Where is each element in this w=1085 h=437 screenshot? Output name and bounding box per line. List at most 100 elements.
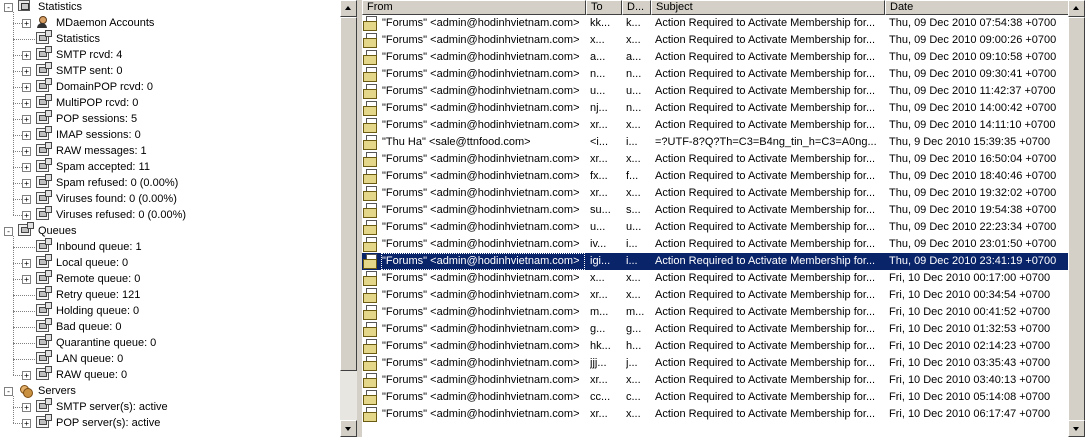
collapse-toggle-icon[interactable]: - xyxy=(4,227,13,236)
table-row[interactable]: "Thu Ha" <sale@ttnfood.com> <i... i... =?UT… xyxy=(362,134,1085,151)
column-header-from[interactable]: From xyxy=(362,0,586,15)
tree-item[interactable]: + Spam refused: 0 (0.00%) xyxy=(0,174,340,191)
tree-vertical-scrollbar[interactable] xyxy=(340,0,357,437)
column-header-date[interactable]: Date xyxy=(885,0,1085,15)
table-row[interactable]: "Forums" <admin@hodinhvietnam.com> m... m.… xyxy=(362,304,1085,321)
cell-from: "Forums" <admin@hodinhvietnam.com> xyxy=(382,102,580,114)
column-header-to[interactable]: To xyxy=(586,0,622,15)
message-envelope-icon xyxy=(363,84,378,99)
expand-toggle-icon[interactable]: + xyxy=(22,179,31,188)
tree-item[interactable]: Bad queue: 0 xyxy=(0,318,340,335)
tree-root-statistics[interactable]: - Statistics xyxy=(0,0,340,15)
table-row[interactable]: "Forums" <admin@hodinhvietnam.com> xr... x… xyxy=(362,185,1085,202)
table-row[interactable]: "Forums" <admin@hodinhvietnam.com> a... a.… xyxy=(362,49,1085,66)
tree-root-queues[interactable]: - Queues xyxy=(0,222,340,239)
table-row[interactable]: "Forums" <admin@hodinhvietnam.com> iv... i… xyxy=(362,236,1085,253)
expand-toggle-icon[interactable]: + xyxy=(22,131,31,140)
tree-node-label: LAN queue: 0 xyxy=(56,353,124,365)
expand-toggle-icon[interactable]: + xyxy=(22,403,31,412)
collapse-toggle-icon[interactable]: - xyxy=(4,387,13,396)
table-row[interactable]: "Forums" <admin@hodinhvietnam.com> kk... k… xyxy=(362,15,1085,32)
collapse-toggle-icon[interactable]: - xyxy=(4,3,13,12)
tree-item[interactable]: + Viruses refused: 0 (0.00%) xyxy=(0,206,340,223)
expand-toggle-icon[interactable]: + xyxy=(22,163,31,172)
table-row[interactable]: "Forums" <admin@hodinhvietnam.com> x... x.… xyxy=(362,32,1085,49)
table-row[interactable]: "Forums" <admin@hodinhvietnam.com> xr... x… xyxy=(362,372,1085,389)
tree-item[interactable]: + Spam accepted: 11 xyxy=(0,158,340,175)
tree-item[interactable]: + IMAP sessions: 0 xyxy=(0,126,340,143)
table-row[interactable]: "Forums" <admin@hodinhvietnam.com> fx... f… xyxy=(362,168,1085,185)
expand-toggle-icon[interactable]: + xyxy=(22,371,31,380)
table-row[interactable]: "Forums" <admin@hodinhvietnam.com> x... x.… xyxy=(362,270,1085,287)
cell-date: Fri, 10 Dec 2010 06:17:47 +0700 xyxy=(889,408,1051,420)
expand-toggle-icon[interactable]: + xyxy=(22,211,31,220)
tree-item[interactable]: + RAW queue: 0 xyxy=(0,366,340,383)
scroll-down-arrow-icon[interactable] xyxy=(1068,420,1085,437)
server-node-icon xyxy=(36,414,52,428)
expand-toggle-icon[interactable]: + xyxy=(22,67,31,76)
tree-item[interactable]: + MultiPOP rcvd: 0 xyxy=(0,94,340,111)
tree-item[interactable]: + Viruses found: 0 (0.00%) xyxy=(0,190,340,207)
cell-d: m... xyxy=(626,306,645,318)
queue-node-icon xyxy=(36,366,52,380)
table-row[interactable]: "Forums" <admin@hodinhvietnam.com> xr... x… xyxy=(362,406,1085,423)
tree-item[interactable]: + MDaemon Accounts xyxy=(0,15,340,31)
expand-toggle-icon[interactable]: + xyxy=(22,19,31,28)
table-row[interactable]: "Forums" <admin@hodinhvietnam.com> jjj...… xyxy=(362,355,1085,372)
tree-item[interactable]: Holding queue: 0 xyxy=(0,302,340,319)
scroll-up-arrow-icon[interactable] xyxy=(340,0,357,17)
cell-subject: Action Required to Activate Membership f… xyxy=(655,170,876,182)
tree-item[interactable]: + SMTP server(s): active xyxy=(0,398,340,415)
table-row[interactable]: "Forums" <admin@hodinhvietnam.com> g... g.… xyxy=(362,321,1085,338)
table-row[interactable]: "Forums" <admin@hodinhvietnam.com> n... n.… xyxy=(362,66,1085,83)
stat-node-icon xyxy=(36,174,52,188)
expand-toggle-icon[interactable]: + xyxy=(22,419,31,428)
table-row[interactable]: "Forums" <admin@hodinhvietnam.com> hk... h… xyxy=(362,338,1085,355)
tree-item[interactable]: LAN queue: 0 xyxy=(0,350,340,367)
expand-toggle-icon[interactable]: + xyxy=(22,147,31,156)
table-row[interactable]: "Forums" <admin@hodinhvietnam.com> u... u.… xyxy=(362,219,1085,236)
scroll-down-arrow-icon[interactable] xyxy=(340,420,357,437)
tree-item[interactable]: Inbound queue: 1 xyxy=(0,238,340,255)
expand-toggle-icon[interactable]: + xyxy=(22,275,31,284)
table-row[interactable]: "Forums" <admin@hodinhvietnam.com> cc... c… xyxy=(362,389,1085,406)
scroll-up-arrow-icon[interactable] xyxy=(1068,0,1085,17)
navigation-tree[interactable]: - Statistics + MDaemon Accounts Statistics + S… xyxy=(0,0,340,437)
tree-item[interactable]: Statistics xyxy=(0,30,340,47)
tree-node-label: RAW messages: 1 xyxy=(56,145,147,157)
tree-item[interactable]: + POP sessions: 5 xyxy=(0,110,340,127)
tree-item[interactable]: Retry queue: 121 xyxy=(0,286,340,303)
expand-toggle-icon[interactable]: + xyxy=(22,51,31,60)
column-header-subject[interactable]: Subject xyxy=(651,0,885,15)
expand-toggle-icon[interactable]: + xyxy=(22,99,31,108)
scroll-thumb[interactable] xyxy=(340,17,357,371)
table-row[interactable]: "Forums" <admin@hodinhvietnam.com> xr... x… xyxy=(362,117,1085,134)
tree-item[interactable]: Quarantine queue: 0 xyxy=(0,334,340,351)
table-row[interactable]: "Forums" <admin@hodinhvietnam.com> xr... x… xyxy=(362,287,1085,304)
tree-node-label: Remote queue: 0 xyxy=(56,273,141,285)
table-row[interactable]: "Forums" <admin@hodinhvietnam.com> igi...… xyxy=(362,253,1085,270)
list-vertical-scrollbar[interactable] xyxy=(1068,0,1085,437)
scroll-thumb[interactable] xyxy=(1068,17,1085,421)
expand-toggle-icon[interactable]: + xyxy=(22,83,31,92)
tree-item[interactable]: + Local queue: 0 xyxy=(0,254,340,271)
tree-item[interactable]: + Remote queue: 0 xyxy=(0,270,340,287)
cell-date: Thu, 09 Dec 2010 07:54:38 +0700 xyxy=(889,17,1057,29)
tree-root-servers[interactable]: - Servers xyxy=(0,383,340,399)
table-row[interactable]: "Forums" <admin@hodinhvietnam.com> nj... n… xyxy=(362,100,1085,117)
tree-item[interactable]: + DomainPOP rcvd: 0 xyxy=(0,78,340,95)
table-row[interactable]: "Forums" <admin@hodinhvietnam.com> xr... x… xyxy=(362,151,1085,168)
expand-toggle-icon[interactable]: + xyxy=(22,115,31,124)
cell-date: Thu, 09 Dec 2010 09:30:41 +0700 xyxy=(889,68,1057,80)
table-row[interactable]: "Forums" <admin@hodinhvietnam.com> u... u.… xyxy=(362,83,1085,100)
tree-item[interactable]: + SMTP sent: 0 xyxy=(0,62,340,79)
message-list[interactable]: From To D... Subject Date "Forums" <admi… xyxy=(362,0,1085,437)
tree-item[interactable]: + RAW messages: 1 xyxy=(0,142,340,159)
tree-item[interactable]: + SMTP rcvd: 4 xyxy=(0,46,340,63)
column-header-d[interactable]: D... xyxy=(622,0,651,15)
stat-node-icon xyxy=(36,190,52,204)
expand-toggle-icon[interactable]: + xyxy=(22,259,31,268)
table-row[interactable]: "Forums" <admin@hodinhvietnam.com> su... s… xyxy=(362,202,1085,219)
expand-toggle-icon[interactable]: + xyxy=(22,195,31,204)
tree-item[interactable]: + POP server(s): active xyxy=(0,414,340,431)
